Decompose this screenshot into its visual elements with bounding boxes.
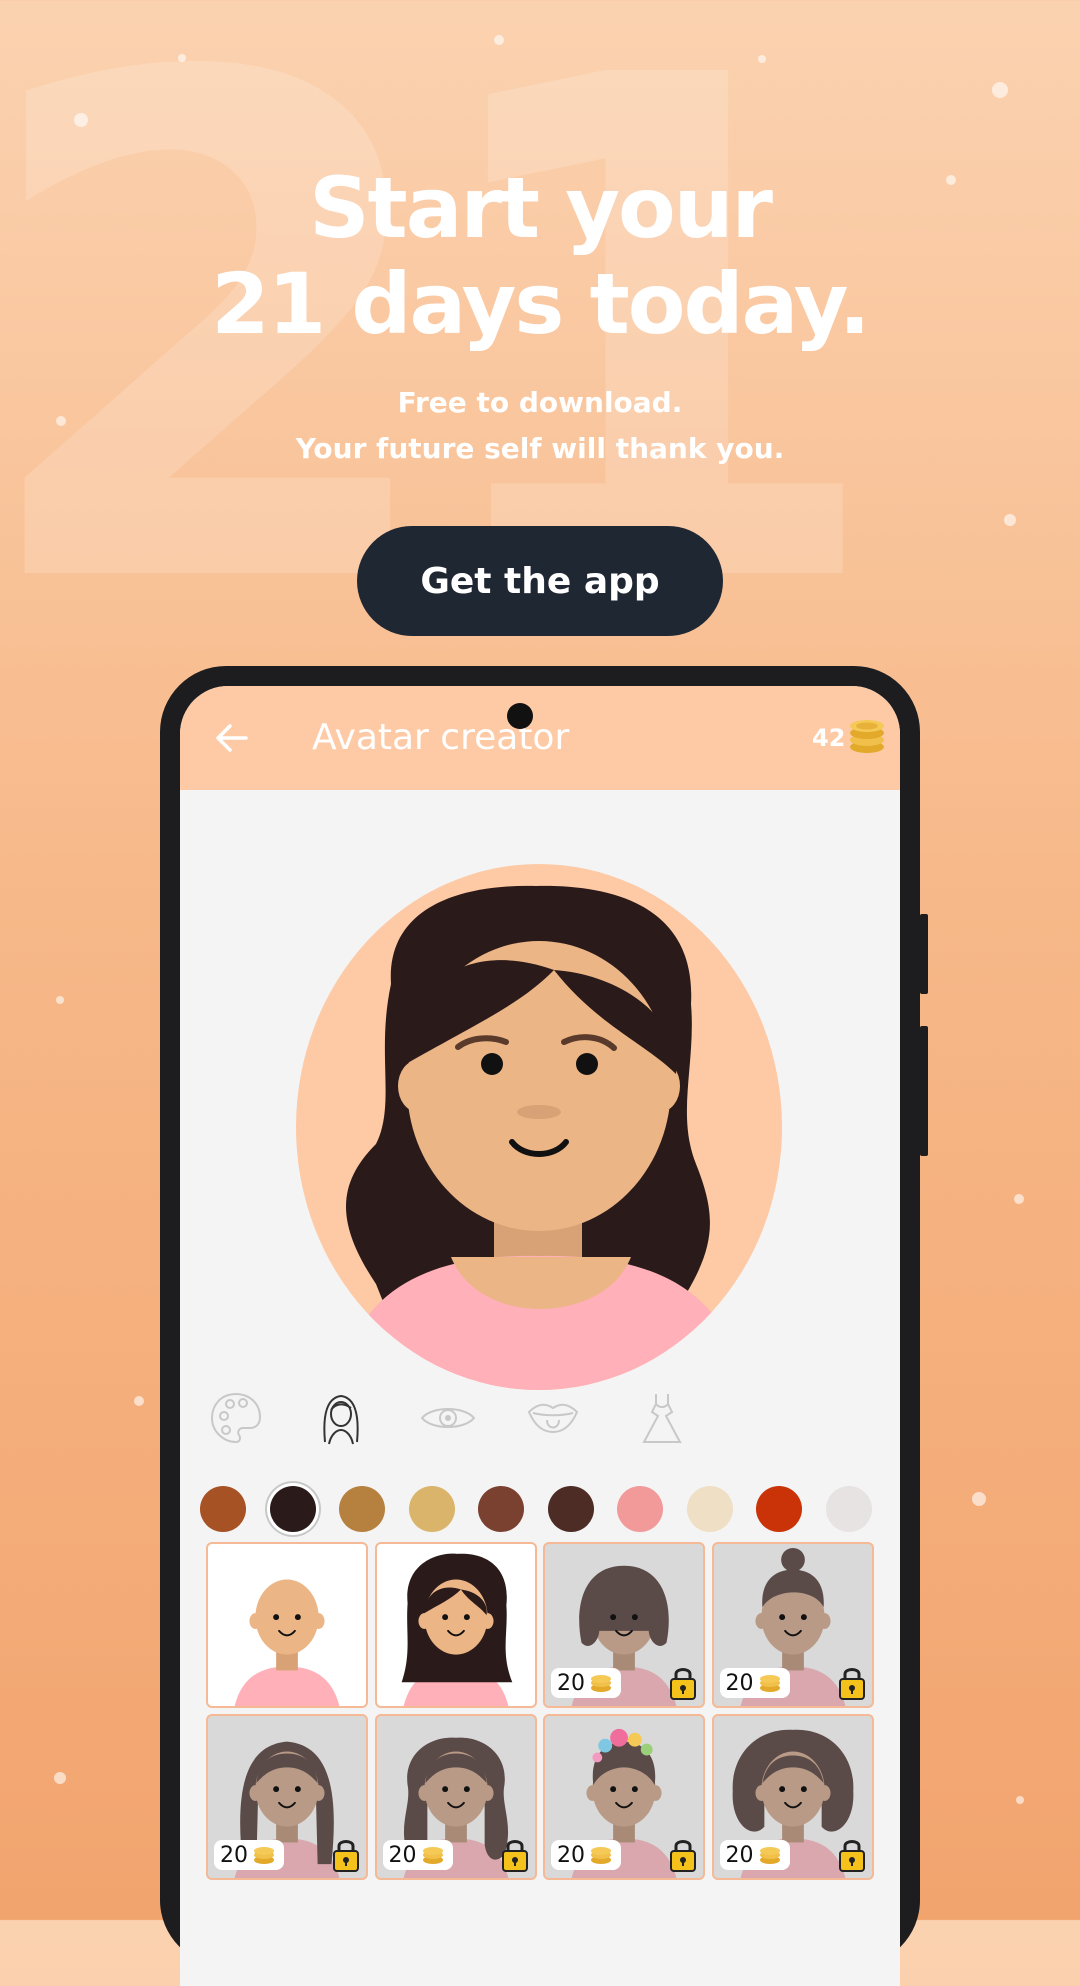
price-value: 20 [725,1670,754,1696]
price-badge: 20 [719,1668,790,1698]
hair-color-swatch[interactable] [686,1486,733,1532]
hair-color-swatches [180,1486,900,1542]
subheadline-line2: Your future self will thank you. [295,432,785,465]
sparkle-dot [494,35,504,45]
hair-color-swatch[interactable] [547,1486,594,1532]
price-value: 20 [220,1842,248,1868]
arrow-left-icon[interactable] [210,716,254,760]
front-camera [507,703,533,729]
hair-color-swatch[interactable] [756,1486,802,1532]
sparkle-dot [758,55,766,63]
phone-side-button [920,1026,928,1156]
hair-color-swatch[interactable] [825,1486,872,1532]
hair-color-swatch[interactable] [269,1486,316,1532]
avatar-thumbnail [401,1553,512,1706]
mouth-icon[interactable] [525,1390,581,1446]
coins-stack-icon [591,1675,611,1692]
sparkle-dot [134,1396,144,1406]
get-the-app-button[interactable]: Get the app [357,526,723,636]
phone-screen: Avatar creator 42 20 20 20 20 20 20 [180,686,900,1986]
hair-style-tile[interactable]: 20 [543,1542,705,1708]
subheadline: Free to download. Your future self will … [0,380,1080,472]
lock-icon [501,1840,528,1872]
coins-stack-icon [591,1847,611,1864]
price-value: 20 [557,1670,585,1696]
sparkle-dot [972,1492,986,1506]
palette-icon[interactable] [208,1390,264,1446]
category-tabs [180,1390,900,1460]
coin-balance: 42 [812,724,846,752]
lock-icon [838,1840,865,1872]
hair-style-tile[interactable] [206,1542,368,1708]
coins-stack-icon [759,1675,780,1692]
coins-stack-icon [759,1847,780,1864]
subheadline-line1: Free to download. [397,386,683,419]
coins-stack-icon [850,720,884,753]
sparkle-dot [54,1772,66,1784]
phone-side-button [920,914,928,994]
sparkle-dot [74,113,88,127]
hair-style-tile[interactable] [374,1542,537,1708]
hair-color-swatch[interactable] [617,1486,663,1532]
sparkle-dot [178,54,186,62]
lock-icon [333,1840,359,1872]
avatar-preview [296,864,782,1390]
headline: Start your 21 days today. [0,160,1080,352]
sparkle-dot [1014,1194,1024,1204]
price-badge: 20 [382,1840,453,1870]
hair-color-swatch[interactable] [478,1486,524,1532]
hair-person-icon[interactable] [313,1390,369,1446]
price-badge: 20 [551,1668,621,1698]
hair-style-tile[interactable]: 20 [711,1542,874,1708]
app-bar: Avatar creator 42 [180,686,900,790]
hair-color-swatch[interactable] [339,1486,385,1532]
price-value: 20 [725,1842,754,1868]
hair-color-swatch[interactable] [200,1486,246,1532]
headline-line2: 21 days today. [211,255,870,353]
phone-mockup: Avatar creator 42 20 20 20 20 20 20 [160,666,928,1986]
sparkle-dot [992,82,1008,98]
hair-color-swatch[interactable] [408,1486,455,1532]
hair-style-tile[interactable]: 20 [206,1714,368,1880]
lock-icon [838,1668,865,1700]
price-badge: 20 [214,1840,284,1870]
avatar-illustration [296,864,782,1390]
coins-stack-icon [254,1847,274,1864]
price-badge: 20 [719,1840,790,1870]
eye-icon[interactable] [420,1390,476,1446]
hair-style-tile[interactable]: 20 [543,1714,705,1880]
lock-icon [670,1840,696,1872]
price-badge: 20 [551,1840,621,1870]
sparkle-dot [56,996,64,1004]
sparkle-dot [1016,1796,1024,1804]
price-value: 20 [388,1842,417,1868]
sparkle-dot [1004,514,1016,526]
price-value: 20 [557,1842,585,1868]
headline-line1: Start your [309,159,773,257]
dress-icon[interactable] [634,1390,690,1446]
hair-style-tile[interactable]: 20 [711,1714,874,1880]
coins-stack-icon [422,1847,443,1864]
hair-style-tile[interactable]: 20 [374,1714,537,1880]
avatar-thumbnail [234,1579,340,1706]
lock-icon [670,1668,696,1700]
